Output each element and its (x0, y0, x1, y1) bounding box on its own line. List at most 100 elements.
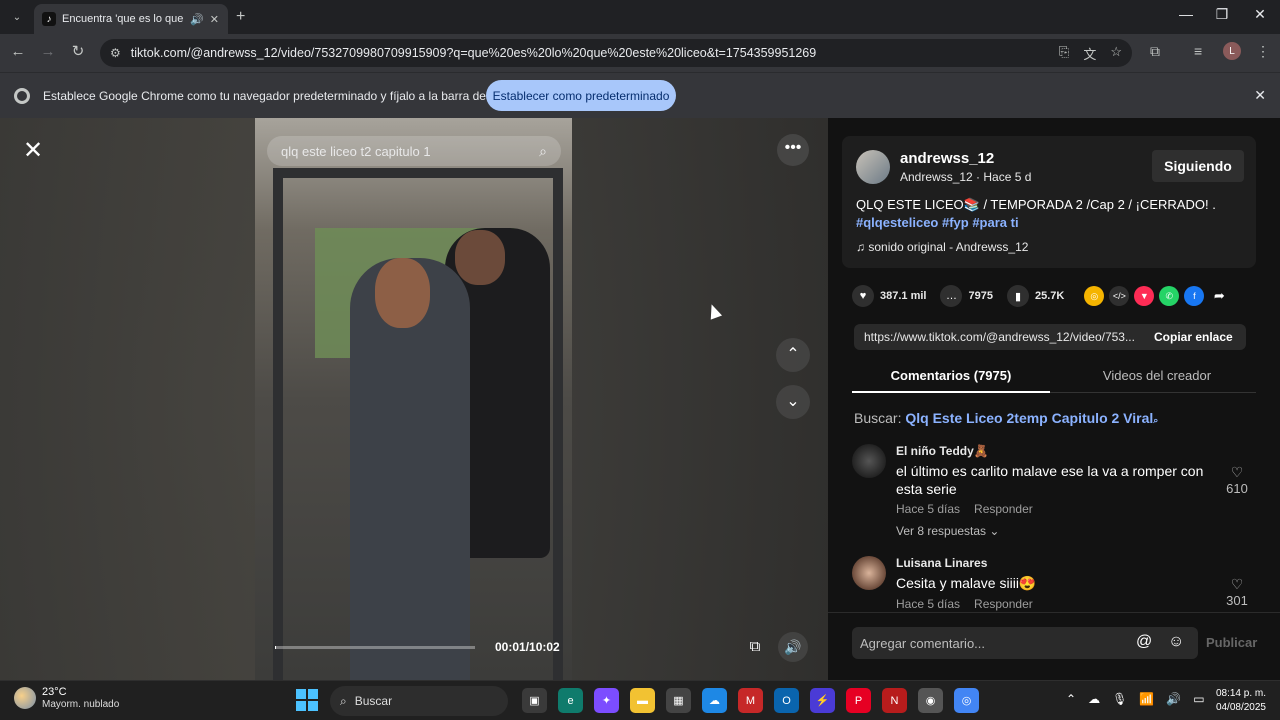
maximize-icon[interactable]: ❐ (1212, 6, 1232, 23)
browser-tab-active[interactable]: ♪ Encuentra 'que es lo que es 🔊 ✕ (34, 4, 228, 34)
embed-icon[interactable]: </> (1109, 286, 1130, 306)
reply-button[interactable]: Responder (974, 597, 1033, 611)
tab-audio-icon[interactable]: 🔊 (190, 13, 204, 26)
heart-icon[interactable]: ♥ (852, 285, 874, 307)
close-video-icon[interactable]: ✕ (18, 136, 48, 166)
edge-icon[interactable]: e (558, 688, 583, 713)
task-view-icon[interactable]: ▣ (522, 688, 547, 713)
teams-icon[interactable]: ⚡ (810, 688, 835, 713)
commenter-name[interactable]: El niño Teddy🧸 (896, 444, 989, 458)
browser-toolbar: ← → ↻ ⚙ tiktok.com/@andrewss_12/video/75… (0, 34, 1280, 72)
more-options-icon[interactable]: ••• (777, 134, 809, 166)
commenter-avatar[interactable] (852, 444, 886, 478)
view-replies-button[interactable]: Ver 8 respuestas ⌄ (896, 524, 999, 538)
copilot-icon[interactable]: ✦ (594, 688, 619, 713)
mcafee-icon[interactable]: M (738, 688, 763, 713)
chrome-icon[interactable]: ◎ (954, 688, 979, 713)
battery-icon[interactable]: ▭ (1193, 692, 1204, 706)
media-control-icon[interactable]: ≡ (1194, 43, 1202, 59)
miniplayer-icon[interactable]: ⧉ (742, 634, 768, 660)
share-arrow-icon[interactable]: ➦ (1209, 286, 1229, 306)
windows-start-icon[interactable] (296, 689, 318, 711)
emoji-icon[interactable]: ☺ (1168, 633, 1184, 651)
new-tab-button[interactable]: + (236, 8, 245, 26)
tray-chevron-icon[interactable]: ⌃ (1066, 692, 1076, 706)
video-search-overlay[interactable]: qlq este liceo t2 capitulo 1 ⌕ (267, 136, 561, 166)
author-card: andrewss_12 Andrewss_12 · Hace 5 d Sigui… (842, 136, 1256, 268)
related-search-query[interactable]: Qlq Este Liceo 2temp Capitulo 2 Viral (905, 410, 1153, 426)
bookmark-star-icon[interactable]: ☆ (1110, 44, 1122, 63)
microphone-icon[interactable]: 🎙 (1112, 692, 1127, 706)
previous-video-icon[interactable]: ⌃ (776, 338, 810, 372)
translate-icon[interactable]: 文 (1083, 44, 1096, 63)
outlook-icon[interactable]: O (774, 688, 799, 713)
wifi-icon[interactable]: 📶 (1139, 692, 1154, 706)
heart-outline-icon[interactable]: ♡ (1222, 576, 1252, 593)
following-button[interactable]: Siguiendo (1152, 150, 1244, 182)
comment-stat[interactable]: … 7975 (940, 285, 993, 307)
app-icon[interactable]: ◉ (918, 688, 943, 713)
hashtags[interactable]: #qlqesteliceo #fyp #para ti (856, 215, 1019, 230)
install-app-icon[interactable]: ⎘ (1059, 44, 1069, 63)
weather-condition: Mayorm. nublado (42, 699, 120, 710)
weather-widget[interactable]: 23°C Mayorm. nublado (14, 686, 119, 710)
comment-time: Hace 5 días (896, 597, 961, 611)
comment-like[interactable]: ♡ 610 (1222, 464, 1252, 496)
repost-icon[interactable]: ▼ (1134, 286, 1155, 306)
whatsapp-icon[interactable]: ✆ (1159, 286, 1180, 306)
netflix-icon[interactable]: N (882, 688, 907, 713)
author-username[interactable]: andrewss_12 (900, 150, 994, 167)
site-info-icon[interactable]: ⚙ (110, 46, 121, 60)
copy-link-button[interactable]: Copiar enlace (1154, 330, 1233, 344)
onedrive-icon[interactable]: ☁ (1088, 692, 1100, 706)
infobar-close-icon[interactable]: ✕ (1254, 87, 1266, 104)
comment-icon[interactable]: … (940, 285, 963, 307)
reload-icon[interactable]: ↻ (68, 42, 88, 62)
author-avatar[interactable] (856, 150, 890, 184)
facebook-icon[interactable]: f (1184, 286, 1205, 306)
address-url[interactable]: tiktok.com/@andrewss_12/video/7532709980… (131, 46, 816, 60)
like-stat[interactable]: ♥ 387.1 mil (852, 285, 926, 307)
set-default-button[interactable]: Establecer como predeterminado (486, 80, 676, 111)
sound-link[interactable]: ♫ sonido original - Andrewss_12 (856, 240, 1028, 254)
mention-icon[interactable]: @ (1136, 633, 1152, 651)
author-subtitle: Andrewss_12 · Hace 5 d (900, 170, 1032, 184)
pinterest-icon[interactable]: P (846, 688, 871, 713)
store-icon[interactable]: ▦ (666, 688, 691, 713)
search-icon[interactable]: ⌕ (539, 143, 547, 160)
speaker-icon[interactable]: 🔊 (1166, 692, 1181, 706)
file-explorer-icon[interactable]: ▬ (630, 688, 655, 713)
volume-icon[interactable]: 🔊 (778, 632, 808, 662)
weather-app-icon[interactable]: ☁ (702, 688, 727, 713)
save-stat[interactable]: ▮ 25.7K (1006, 285, 1064, 307)
next-video-icon[interactable]: ⌄ (776, 385, 810, 419)
minimize-icon[interactable]: — (1176, 6, 1196, 22)
commenter-name[interactable]: Luisana Linares (896, 556, 987, 570)
tab-comments[interactable]: Comentarios (7975) (852, 368, 1050, 383)
reply-button[interactable]: Responder (974, 502, 1033, 516)
tab-close-icon[interactable]: ✕ (210, 13, 219, 26)
bookmark-icon[interactable]: ▮ (1006, 285, 1029, 307)
tab-search-chevron-icon[interactable]: ⌄ (6, 6, 28, 28)
publish-button[interactable]: Publicar (1206, 635, 1257, 650)
profile-avatar[interactable]: L (1223, 42, 1241, 60)
address-bar[interactable]: ⚙ tiktok.com/@andrewss_12/video/75327099… (100, 39, 1132, 67)
comment-like[interactable]: ♡ 301 (1222, 576, 1252, 608)
related-search[interactable]: Buscar: Qlq Este Liceo 2temp Capitulo 2 … (854, 410, 1158, 426)
back-icon[interactable]: ← (8, 42, 28, 62)
forward-icon[interactable]: → (38, 42, 58, 62)
tab-creator-videos[interactable]: Videos del creador (1058, 368, 1256, 383)
window-close-icon[interactable]: ✕ (1250, 6, 1270, 23)
video-link[interactable]: https://www.tiktok.com/@andrewss_12/vide… (864, 330, 1146, 344)
taskbar-clock[interactable]: 08:14 p. m. 04/08/2025 (1206, 687, 1266, 715)
chrome-menu-icon[interactable]: ⋮ (1256, 43, 1270, 60)
video-player[interactable]: qlq este liceo t2 capitulo 1 ⌕ 00:01/10:… (255, 118, 572, 680)
extensions-icon[interactable]: ⧉ (1150, 43, 1160, 60)
heart-outline-icon[interactable]: ♡ (1222, 464, 1252, 481)
description-text: QLQ ESTE LICEO📚 / TEMPORADA 2 /Cap 2 / ¡… (856, 197, 1216, 212)
comment-input[interactable]: Agregar comentario... @ ☺ (852, 627, 1198, 659)
coin-share-icon[interactable]: ◎ (1084, 286, 1105, 306)
commenter-avatar[interactable] (852, 556, 886, 590)
video-progress-bar[interactable] (275, 646, 475, 649)
taskbar-search[interactable]: ⌕ Buscar (330, 686, 508, 716)
